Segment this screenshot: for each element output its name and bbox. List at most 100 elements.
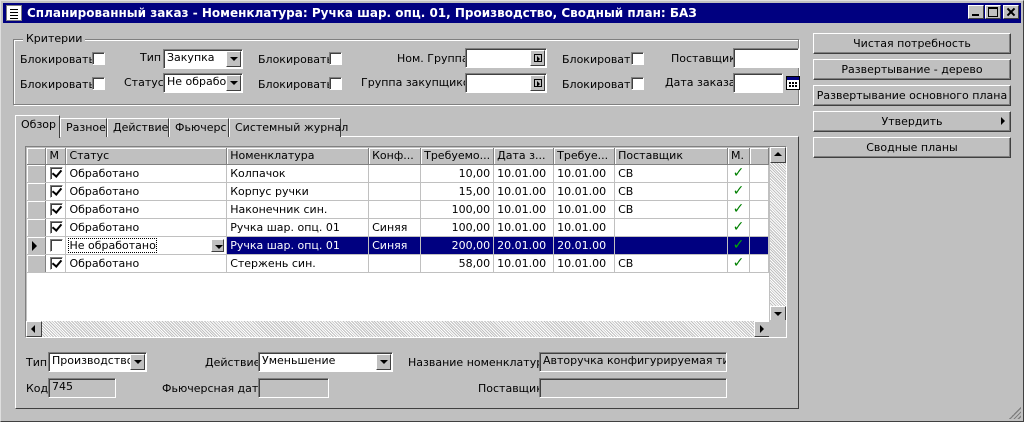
column-header[interactable]: Статус xyxy=(65,148,228,165)
close-button[interactable] xyxy=(1003,5,1019,19)
chevron-down-icon[interactable] xyxy=(211,238,225,252)
tab-system-log[interactable]: Системный журнал xyxy=(229,118,348,137)
supplier-cell[interactable] xyxy=(614,236,728,255)
order-date-cell[interactable]: 10.01.00 xyxy=(493,254,555,273)
block-checkbox-6[interactable] xyxy=(631,77,644,90)
tab-overview[interactable]: Обзор xyxy=(15,115,60,138)
config-cell[interactable]: Синяя xyxy=(368,236,422,255)
required-date-cell[interactable]: 10.01.00 xyxy=(553,254,616,273)
status-cell[interactable]: Обработано xyxy=(65,254,228,273)
net-requirement-button[interactable]: Чистая потребность xyxy=(813,33,1011,54)
status-cell[interactable]: Обработано xyxy=(65,182,228,201)
maximize-button[interactable] xyxy=(985,5,1001,19)
chevron-down-icon[interactable] xyxy=(226,51,241,67)
status-cell[interactable]: Обработано xyxy=(65,218,228,237)
row-indicator[interactable] xyxy=(27,182,47,201)
item-cell[interactable]: Наконечник син. xyxy=(226,200,370,219)
config-cell[interactable] xyxy=(368,200,422,219)
quantity-cell[interactable]: 15,00 xyxy=(420,182,495,201)
row-indicator[interactable] xyxy=(27,236,47,255)
supplier-cell[interactable]: СВ xyxy=(614,200,728,219)
status-cell-editor[interactable]: Не обработано xyxy=(66,236,226,253)
column-header[interactable]: Конф... xyxy=(368,148,422,165)
table-row[interactable]: Обработано Колпачок 10,00 10.01.00 10.01.00 С… xyxy=(27,164,769,183)
minimize-button[interactable] xyxy=(968,5,984,19)
table-row[interactable]: Обработано Корпус ручки 15,00 10.01.00 10.01… xyxy=(27,182,769,201)
row-indicator[interactable] xyxy=(27,200,47,219)
scroll-right-icon[interactable] xyxy=(754,321,770,337)
quantity-cell[interactable]: 200,00 xyxy=(420,236,495,255)
quantity-cell[interactable]: 58,00 xyxy=(420,254,495,273)
nom-group-input[interactable] xyxy=(465,48,547,68)
form-icon[interactable] xyxy=(6,5,22,21)
scroll-left-icon[interactable] xyxy=(26,321,42,337)
resize-grip-icon[interactable] xyxy=(1009,407,1021,419)
row-checkbox-cell[interactable] xyxy=(45,236,67,255)
config-cell[interactable] xyxy=(368,164,422,183)
item-cell[interactable]: Корпус ручки xyxy=(226,182,370,201)
supplier-input[interactable] xyxy=(733,48,799,68)
type-combo[interactable]: Закупка xyxy=(163,49,243,69)
row-indicator[interactable] xyxy=(27,218,47,237)
table-row[interactable]: Обработано Наконечник син. 100,00 10.01.00 1… xyxy=(27,200,769,219)
block-checkbox-5[interactable] xyxy=(329,77,342,90)
row-checkbox-cell[interactable] xyxy=(45,218,67,237)
supplier-cell[interactable]: СВ xyxy=(614,164,728,183)
buyer-group-input[interactable] xyxy=(465,73,547,93)
order-date-cell[interactable]: 10.01.00 xyxy=(493,182,555,201)
row-indicator[interactable] xyxy=(27,164,47,183)
vertical-scrollbar[interactable] xyxy=(770,147,786,322)
column-header[interactable]: Номенклатура xyxy=(226,148,370,165)
status-cell[interactable]: Обработано xyxy=(65,164,228,183)
column-header[interactable]: Требуемо... xyxy=(420,148,495,165)
chevron-down-icon[interactable] xyxy=(376,354,391,370)
lookup-icon[interactable] xyxy=(530,75,545,91)
chevron-down-icon[interactable] xyxy=(226,75,241,91)
column-header[interactable]: Дата з... xyxy=(493,148,555,165)
row-checkbox[interactable] xyxy=(50,202,64,216)
order-date-cell[interactable]: 10.01.00 xyxy=(493,164,555,183)
order-date-input[interactable] xyxy=(733,73,783,93)
config-cell[interactable] xyxy=(368,254,422,273)
status-cell[interactable]: Не обработано xyxy=(65,236,228,255)
row-checkbox-cell[interactable] xyxy=(45,200,67,219)
chevron-down-icon[interactable] xyxy=(130,354,145,370)
order-date-cell[interactable]: 10.01.00 xyxy=(493,200,555,219)
calendar-icon[interactable] xyxy=(786,76,800,90)
supplier-cell[interactable]: СВ xyxy=(614,254,728,273)
column-header[interactable]: Требуе... xyxy=(553,148,616,165)
row-checkbox[interactable] xyxy=(50,166,64,180)
tab-futures[interactable]: Фьючерс xyxy=(169,118,229,137)
row-checkbox[interactable] xyxy=(50,220,64,234)
status-cell[interactable]: Обработано xyxy=(65,200,228,219)
table-row[interactable]: Не обработано Ручка шар. опц. 01 Синяя 200,… xyxy=(27,236,769,255)
column-header[interactable]: М xyxy=(45,148,67,165)
approve-button[interactable]: Утвердить xyxy=(813,111,1011,132)
row-checkbox-cell[interactable] xyxy=(45,182,67,201)
supplier-cell[interactable]: СВ xyxy=(614,182,728,201)
grid-body[interactable]: М Статус Номенклатура Конф... Требуемо..… xyxy=(27,148,769,322)
item-cell[interactable]: Колпачок xyxy=(226,164,370,183)
row-checkbox-cell[interactable] xyxy=(45,254,67,273)
supplier-cell[interactable] xyxy=(614,218,728,237)
required-date-cell[interactable]: 10.01.00 xyxy=(553,218,616,237)
table-row[interactable]: Обработано Стержень син. 58,00 10.01.00 10.0… xyxy=(27,254,769,273)
item-cell[interactable]: Ручка шар. опц. 01 xyxy=(226,218,370,237)
explode-master-plan-button[interactable]: Развертывание основного плана xyxy=(813,85,1011,106)
item-cell[interactable]: Стержень син. xyxy=(226,254,370,273)
block-checkbox-1[interactable] xyxy=(92,52,105,65)
required-date-cell[interactable]: 20.01.00 xyxy=(553,236,616,255)
table-row[interactable]: Обработано Ручка шар. опц. 01 Синяя 100,00 1… xyxy=(27,218,769,237)
detail-type-combo[interactable]: Производство xyxy=(48,352,147,372)
row-checkbox-cell[interactable] xyxy=(45,164,67,183)
quantity-cell[interactable]: 100,00 xyxy=(420,200,495,219)
item-cell[interactable]: Ручка шар. опц. 01 xyxy=(226,236,370,255)
status-combo[interactable]: Не обработ xyxy=(163,73,243,93)
order-date-cell[interactable]: 20.01.00 xyxy=(493,236,555,255)
title-bar[interactable]: Спланированный заказ - Номенклатура: Руч… xyxy=(3,3,1021,23)
scroll-up-icon[interactable] xyxy=(770,147,786,163)
quantity-cell[interactable]: 100,00 xyxy=(420,218,495,237)
row-checkbox[interactable] xyxy=(50,256,64,270)
horizontal-scrollbar[interactable] xyxy=(26,321,770,337)
explode-tree-button[interactable]: Развертывание - дерево xyxy=(813,59,1011,80)
